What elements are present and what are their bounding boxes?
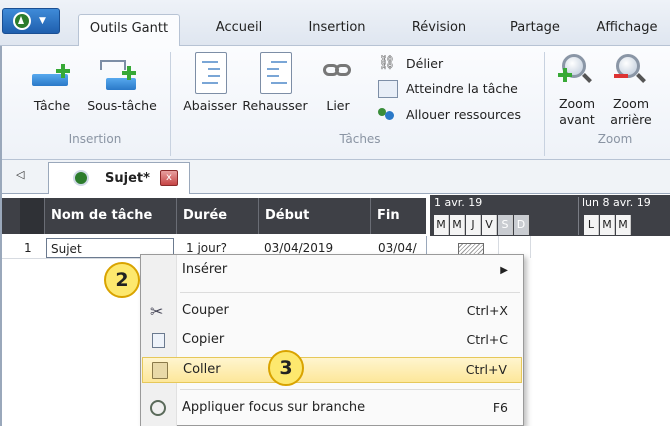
assign-resources-button[interactable]: Allouer ressources <box>374 104 544 126</box>
zoom-in-icon <box>558 54 592 88</box>
menu-item-couper[interactable]: ✂ Couper Ctrl+X <box>142 299 522 325</box>
plus-icon <box>122 66 136 80</box>
gantt-day: M <box>600 215 615 235</box>
menu-separator <box>180 292 520 293</box>
add-task-button[interactable]: Tâche <box>28 52 74 122</box>
row-number: 1 <box>24 241 32 255</box>
tab-revision[interactable]: Révision <box>396 14 482 46</box>
project-file-icon <box>73 170 89 186</box>
window-border <box>0 46 2 426</box>
gantt-day: M <box>616 215 631 235</box>
tab-outils-gantt[interactable]: Outils Gantt <box>78 14 180 47</box>
submenu-arrow-icon: ▶ <box>500 265 508 276</box>
column-header-duration[interactable]: Durée <box>176 198 258 234</box>
unlink-button[interactable]: ⛓ Délier <box>374 53 544 75</box>
focus-icon <box>150 400 166 416</box>
group-separator <box>170 52 171 156</box>
people-icon <box>378 106 396 122</box>
add-subtask-label: Sous-tâche <box>87 98 157 113</box>
shortcut-text: F6 <box>492 400 508 415</box>
scissors-icon: ✂ <box>150 302 164 321</box>
shortcut-text: Ctrl+C <box>466 332 508 347</box>
copy-icon <box>152 333 165 348</box>
group-label-zoom: Zoom <box>597 132 633 146</box>
assign-resources-label: Allouer ressources <box>406 107 521 122</box>
indent-button[interactable]: Abaisser <box>178 52 242 122</box>
step-callout-3: 3 <box>268 350 304 386</box>
goto-task-label: Atteindre la tâche <box>406 81 518 96</box>
indent-icon <box>195 52 227 94</box>
row-number-header <box>20 198 44 234</box>
gantt-week-label: 1 avr. 19 <box>434 196 483 209</box>
gantt-day: M <box>434 215 449 235</box>
tab-insertion[interactable]: Insertion <box>294 14 380 46</box>
indent-label: Abaisser <box>183 98 237 113</box>
app-logo-icon <box>13 12 31 30</box>
menu-item-label: Copier <box>182 332 225 347</box>
column-header-start[interactable]: Début <box>258 198 370 234</box>
gantt-day: M <box>450 215 465 235</box>
menu-item-label: Insérer <box>182 262 228 277</box>
scroll-left-icon[interactable]: ◁ <box>16 168 28 184</box>
menu-item-label: Couper <box>182 303 229 318</box>
gantt-gridline <box>530 236 531 258</box>
goto-task-button[interactable]: Atteindre la tâche <box>374 78 544 100</box>
menu-item-label: Appliquer focus sur branche <box>182 400 366 415</box>
step-callout-2: 2 <box>104 262 140 298</box>
close-tab-icon[interactable]: x <box>160 170 178 186</box>
unlink-label: Délier <box>406 56 444 71</box>
goto-task-icon <box>378 80 398 98</box>
gantt-day-weekend: D <box>514 215 529 235</box>
zoom-in-button[interactable]: Zoom avant <box>550 52 604 132</box>
column-header-name[interactable]: Nom de tâche <box>44 198 176 234</box>
week-divider <box>578 197 579 235</box>
gantt-day: J <box>466 215 481 235</box>
zoom-out-label-2: arrière <box>610 112 652 127</box>
tab-partage[interactable]: Partage <box>492 14 578 46</box>
outdent-button[interactable]: Rehausser <box>240 52 310 122</box>
zoom-out-button[interactable]: Zoom arrière <box>604 52 658 132</box>
paste-icon <box>152 362 168 379</box>
column-header-end[interactable]: Fin <box>370 198 426 234</box>
gantt-day-weekend: S <box>498 215 513 235</box>
link-label: Lier <box>326 98 350 113</box>
chevron-down-icon: ▼ <box>39 16 46 26</box>
menu-separator <box>180 389 520 390</box>
tab-accueil[interactable]: Accueil <box>196 14 282 46</box>
tab-affichage[interactable]: Affichage <box>584 14 670 46</box>
menu-item-label: Coller <box>183 362 221 377</box>
zoom-out-label-1: Zoom <box>612 96 650 111</box>
group-label-insertion: Insertion <box>68 132 122 146</box>
outdent-icon <box>260 52 292 94</box>
zoom-out-icon <box>612 54 646 88</box>
add-task-label: Tâche <box>33 98 71 113</box>
broken-link-icon: ⛓ <box>378 55 396 71</box>
gantt-week-label: lun 8 avr. 19 <box>582 196 651 209</box>
link-chain-icon <box>323 64 353 80</box>
link-button[interactable]: Lier <box>316 52 360 122</box>
shortcut-text: Ctrl+V <box>465 362 507 377</box>
shortcut-text: Ctrl+X <box>466 303 508 318</box>
gantt-day: L <box>584 215 599 235</box>
app-menu-button[interactable]: ▼ <box>2 8 60 34</box>
add-subtask-button[interactable]: Sous-tâche <box>82 52 162 122</box>
zoom-in-label-1: Zoom <box>558 96 596 111</box>
menu-item-inserer[interactable]: Insérer ▶ <box>142 258 522 284</box>
gantt-day: V <box>482 215 497 235</box>
plus-icon <box>56 64 70 78</box>
zoom-in-label-2: avant <box>559 112 595 127</box>
group-label-taches: Tâches <box>339 132 381 146</box>
document-tab-label: Sujet* <box>105 171 150 186</box>
outdent-label: Rehausser <box>242 98 308 113</box>
menu-item-copier[interactable]: Copier Ctrl+C <box>142 328 522 354</box>
menu-item-focus-branche[interactable]: Appliquer focus sur branche F6 <box>142 396 522 422</box>
menu-item-coller[interactable]: Coller Ctrl+V <box>142 357 522 383</box>
group-separator <box>544 52 545 156</box>
